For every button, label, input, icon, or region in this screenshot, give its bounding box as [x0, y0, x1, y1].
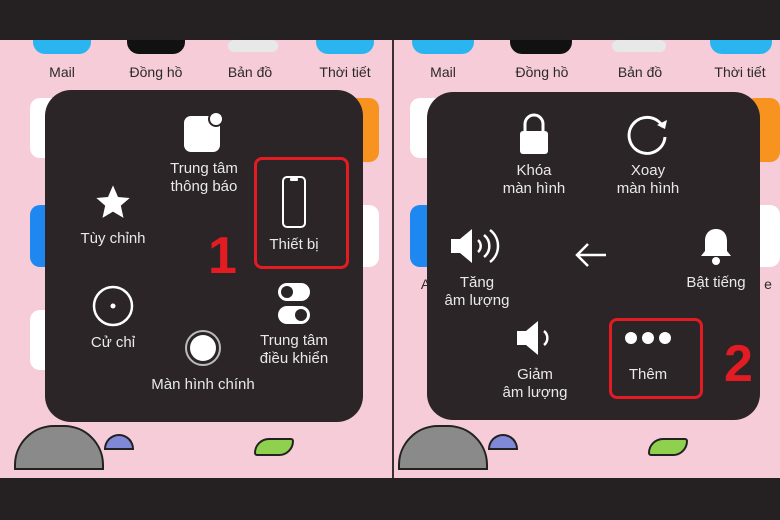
bottom-bar — [0, 478, 780, 520]
app-label-clock: Đồng hồ — [129, 64, 183, 80]
app-label-maps: Bản đồ — [617, 64, 663, 80]
menu-item-control-center[interactable]: Trung tâm điều khiển — [239, 282, 349, 368]
menu-item-unmute[interactable]: Bật tiếng — [661, 224, 771, 292]
menu-label: Xoay màn hình — [616, 162, 680, 197]
app-label-mail: Mail — [430, 64, 456, 80]
top-bar — [0, 0, 780, 40]
menu-item-volume-down[interactable]: Giảm âm lượng — [480, 316, 590, 402]
notification-center-icon — [149, 110, 259, 154]
rotate-icon — [593, 112, 703, 156]
app-label-weather: Thời tiết — [319, 64, 371, 80]
app-label-weather: Thời tiết — [714, 64, 766, 80]
mail-app-icon[interactable] — [412, 40, 474, 54]
menu-item-rotate-screen[interactable]: Xoay màn hình — [593, 112, 703, 198]
highlight-box-more — [609, 318, 703, 399]
totoro-sticker — [14, 425, 104, 470]
lock-icon — [479, 112, 589, 156]
toggle-switches-icon — [239, 282, 349, 326]
app-label-clock: Đồng hồ — [515, 64, 569, 80]
bell-icon — [661, 224, 771, 268]
menu-label: Trung tâm điều khiển — [259, 332, 329, 367]
gesture-circle-icon — [58, 284, 168, 328]
step-number-1: 1 — [208, 227, 237, 285]
menu-label: Tùy chỉnh — [80, 230, 146, 247]
panel-divider — [392, 40, 394, 478]
menu-label: Màn hình chính — [151, 376, 255, 393]
menu-item-lock-screen[interactable]: Khóa màn hình — [479, 112, 589, 198]
menu-label: Khóa màn hình — [502, 162, 566, 197]
app-label-maps: Bản đồ — [227, 64, 273, 80]
leaf-sticker — [648, 438, 688, 456]
umbrella-sticker — [488, 434, 518, 450]
volume-up-icon — [422, 224, 532, 268]
step-number-2: 2 — [724, 335, 753, 393]
umbrella-sticker — [104, 434, 134, 450]
app-label-mail: Mail — [49, 64, 75, 80]
volume-down-icon — [480, 316, 590, 360]
menu-item-custom[interactable]: Tùy chỉnh — [58, 180, 168, 248]
leaf-sticker — [254, 438, 294, 456]
menu-label: Giảm âm lượng — [502, 366, 568, 401]
menu-item-volume-up[interactable]: Tăng âm lượng — [422, 224, 532, 310]
totoro-sticker — [398, 425, 488, 470]
star-icon — [58, 180, 168, 224]
clock-app-icon[interactable] — [127, 40, 185, 54]
assistivetouch-device-menu: Khóa màn hình Xoay màn hình Tăng âm lượn… — [427, 92, 760, 420]
mail-app-icon[interactable] — [33, 40, 91, 54]
weather-app-icon[interactable] — [710, 40, 772, 54]
weather-app-icon[interactable] — [316, 40, 374, 54]
maps-app-icon[interactable] — [228, 40, 278, 52]
maps-app-icon[interactable] — [612, 40, 666, 52]
menu-label: Bật tiếng — [686, 274, 746, 291]
highlight-box-device — [254, 157, 349, 269]
menu-label: Tăng âm lượng — [444, 274, 510, 309]
clock-app-icon[interactable] — [510, 40, 572, 54]
back-arrow-icon[interactable] — [573, 240, 609, 275]
